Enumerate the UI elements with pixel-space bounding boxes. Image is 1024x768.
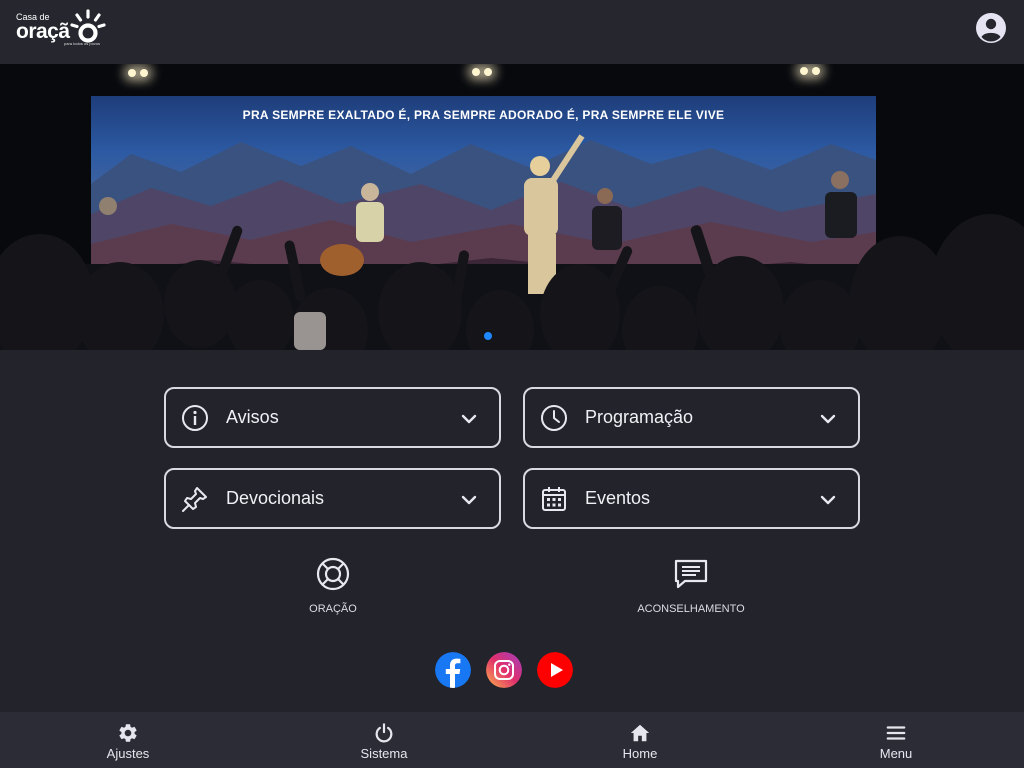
avisos-card[interactable]: Avisos bbox=[164, 387, 501, 448]
facebook-icon[interactable] bbox=[435, 652, 471, 688]
logo-main-text: oraçã bbox=[16, 20, 70, 43]
chevron-down-icon bbox=[820, 495, 836, 505]
programacao-card[interactable]: Programação bbox=[523, 387, 860, 448]
nav-sistema[interactable]: Sistema bbox=[256, 712, 512, 768]
devocionais-card[interactable]: Devocionais bbox=[164, 468, 501, 529]
worship-crowd-silhouette bbox=[0, 134, 1024, 350]
info-icon bbox=[182, 405, 208, 431]
lifebuoy-icon bbox=[316, 557, 350, 591]
instagram-icon[interactable] bbox=[486, 652, 522, 688]
nav-home-label: Home bbox=[622, 746, 658, 761]
nav-ajustes[interactable]: Ajustes bbox=[0, 712, 256, 768]
menu-icon bbox=[886, 726, 906, 740]
aconselhamento-shortcut[interactable]: ACONSELHAMENTO bbox=[621, 556, 761, 615]
carousel-indicator-dot[interactable] bbox=[484, 332, 492, 340]
nav-menu-label: Menu bbox=[879, 746, 913, 761]
account-icon[interactable] bbox=[975, 12, 1007, 44]
bottom-navigation: Ajustes Sistema Home Menu bbox=[0, 712, 1024, 768]
logo-sun-icon bbox=[70, 9, 106, 43]
nav-sistema-label: Sistema bbox=[360, 746, 408, 761]
nav-home[interactable]: Home bbox=[512, 712, 768, 768]
clock-icon bbox=[541, 405, 567, 431]
aconselhamento-label: ACONSELHAMENTO bbox=[637, 603, 745, 615]
calendar-icon bbox=[542, 487, 566, 511]
casa-de-oracao-logo[interactable]: Casa de oraçã para todos os povos bbox=[16, 8, 108, 50]
home-icon bbox=[630, 724, 650, 742]
hero-banner-carousel[interactable]: PRA SEMPRE EXALTADO É, PRA SEMPRE ADORAD… bbox=[0, 64, 1024, 350]
chevron-down-icon bbox=[461, 495, 477, 505]
youtube-icon[interactable] bbox=[537, 652, 573, 688]
gear-icon bbox=[119, 724, 137, 742]
avisos-label: Avisos bbox=[226, 407, 279, 427]
oracao-shortcut[interactable]: ORAÇÃO bbox=[293, 556, 373, 615]
eventos-card[interactable]: Eventos bbox=[523, 468, 860, 529]
oracao-label: ORAÇÃO bbox=[309, 603, 357, 615]
logo-tagline: para todos os povos bbox=[64, 41, 101, 46]
nav-menu[interactable]: Menu bbox=[768, 712, 1024, 768]
chevron-down-icon bbox=[461, 414, 477, 424]
chat-icon bbox=[674, 559, 708, 589]
nav-ajustes-label: Ajustes bbox=[106, 746, 150, 761]
power-icon bbox=[375, 723, 393, 743]
pin-icon bbox=[182, 487, 207, 512]
chevron-down-icon bbox=[820, 414, 836, 424]
programacao-label: Programação bbox=[585, 407, 694, 427]
eventos-label: Eventos bbox=[585, 488, 651, 508]
devocionais-label: Devocionais bbox=[226, 488, 325, 508]
app-header: Casa de oraçã para todos os povos bbox=[0, 0, 1024, 64]
